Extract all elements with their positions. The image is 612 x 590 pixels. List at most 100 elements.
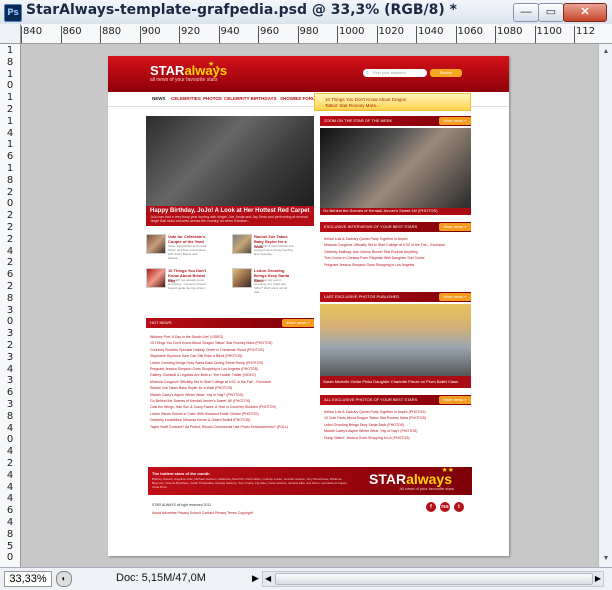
ruler-tick-label: 8 [6,56,14,68]
featured-text: JoJo has had a very busy year touring wi… [150,215,308,223]
ruler-tick-label: 2 [6,186,14,198]
all-photos-label: ALL EXCLUSIVE PHOTOS OF YOUR BEST STARS [324,397,418,402]
exclusive-list: Kellan Lutz & Zachary Quinto Party Toget… [324,236,445,268]
document-size[interactable]: Doc: 5,15M/47,0M [116,572,206,584]
featured-image [146,116,314,206]
website-mockup: STARalways ★ ★ all news of your favourit… [108,56,509,556]
ruler-tick-label: 4 [6,422,14,434]
ruler-tick-label: 4 [6,245,14,257]
ruler-tick-label: 0 [6,552,14,564]
ruler-tick-label: 6 [6,269,14,281]
vertical-ruler[interactable]: 1810121416182022242628303234363840424446… [0,44,21,567]
scroll-right-icon[interactable]: ▶ [595,572,601,586]
footer-band: The hottest stars of the month Brittney … [148,467,472,495]
close-button[interactable]: ✕ [563,3,607,22]
list-item: Miranda Cosgrove Officially Set to Start… [324,243,446,248]
scroll-down-icon[interactable]: ▼ [600,553,612,565]
list-item: Pregnant Jessica Simpson Goes Shopping i… [324,262,415,267]
featured-title: Happy Birthday, JoJo! A Look at Her Hott… [150,208,310,214]
more-news-button: More news » [439,223,471,231]
status-menu-arrow-icon[interactable]: ▶ [252,573,259,584]
document-canvas[interactable]: STARalways ★ ★ all news of your favourit… [21,44,598,567]
scroll-left-icon[interactable]: ◀ [265,572,271,586]
ruler-tick-label: 4 [6,446,14,458]
vertical-scrollbar[interactable]: ▲ ▼ [598,44,612,567]
horizontal-ruler[interactable]: 840 860 880 900 920 940 960 980 1000 1020 1040 1060… [21,24,612,44]
footer-heading: The hottest stars of the month [152,471,210,476]
twitter-icon: t [454,502,464,512]
ruler-tick-label: 3 [6,351,14,363]
photos-caption: Sarah Michelle Gellar Pinks Daughter Cha… [320,376,471,388]
ruler-tick-label: 1 [6,45,14,56]
thumb-image [146,234,166,254]
thumb-image [146,268,166,288]
list-item: 10 Cute Facts About Dragon Tattoo Star R… [324,416,427,421]
navigator-icon[interactable]: ◐ [56,571,72,587]
promo-line-2: Tattoo' Star Rooney Mara... [325,103,380,108]
list-item: Mariah Carey's Aspen Winter Wear: Yay or… [324,429,418,434]
ruler-tick-label: 3 [6,304,14,316]
hot-news-bar: HOT NEWS More news » [146,318,314,328]
ruler-tick-label: 1060 [455,26,483,43]
ruler-tick-label: 5 [6,540,14,552]
ruler-tick-label: 880 [99,26,122,43]
scroll-thumb[interactable] [275,573,593,585]
scroll-up-icon[interactable]: ▲ [600,46,612,58]
ruler-tick-label: 6 [6,505,14,517]
footer-text: Brittney Spears, Angelina Jolie, Michael… [152,477,348,489]
hot-news-list: Whitney Port: A Day in the Studio Life! … [150,334,288,430]
facebook-icon: f [426,502,436,512]
nav-birthdays: CELEBRITY BIRTHDAYS [224,96,277,101]
maximize-button[interactable]: ▭ [538,3,564,22]
mockup-search-input: Find your keyword [363,69,427,77]
hot-news-label: HOT NEWS [150,320,172,325]
more-news-button: More news » [282,319,314,327]
ruler-tick-label: 4 [6,469,14,481]
photos-label: LAST EXCLUSIVE PHOTOS PUBLISHED [324,294,400,299]
photos-bar: LAST EXCLUSIVE PHOTOS PUBLISHED More new… [320,292,471,302]
ruler-tick-label: 3 [6,399,14,410]
promo-banner: 10 Things You Don't Know About Dragon Ta… [314,93,471,111]
ruler-tick-label: 900 [139,26,161,43]
ruler-tick-label: 940 [218,26,240,43]
footer-logo: STARalways [368,471,452,487]
ruler-tick-label: 4 [6,363,14,375]
nav-photos: PHOTOS [203,96,222,101]
site-tagline: all news of your favourite stars [150,77,218,83]
zoom-field[interactable]: 33,33% [4,571,52,587]
ruler-tick-label: 0 [6,198,14,210]
ruler-tick-label: 1080 [494,26,523,43]
ruler-tick-label: 1 [6,68,14,80]
ruler-tick-label: 112 [573,26,596,43]
ruler-tick-label: 4 [6,493,14,505]
ruler-tick-label: 2 [6,104,14,115]
ruler-tick-label: 2 [6,340,14,351]
ruler-tick-label: 8 [6,410,14,422]
ruler-tick-label: 4 [6,517,14,528]
ruler-tick-label: 8 [6,292,14,304]
ruler-origin[interactable] [0,24,21,44]
more-news-button: More news » [439,396,471,404]
all-photos-bar: ALL EXCLUSIVE PHOTOS OF YOUR BEST STARS … [320,395,471,405]
thumb-desc: Although, we already know surprising... … [168,278,208,290]
exclusive-label: EXCLUSIVE INTERVIEWS OF YOUR BEST STARS [324,224,418,229]
mockup-search-button: Search [430,69,462,77]
ruler-tick-label: 1100 [534,26,562,43]
search-icon: ⌕ [366,70,369,76]
ruler-tick-label: 840 [21,26,43,43]
photoshop-icon[interactable]: Ps [4,4,22,22]
thumb-desc: When we say LeAnn Grooting, you might as… [254,278,288,294]
nav-celebrities: CELEBRITIES [171,96,201,101]
horizontal-scrollbar[interactable]: ◀ ▶ [262,571,604,587]
rss-icon: rss [440,502,450,512]
ruler-tick-label: 8 [6,174,14,186]
ruler-tick-label: 1020 [376,26,404,43]
ruler-tick-label: 2 [6,222,14,233]
ruler-tick-label: 3 [6,328,14,340]
ruler-tick-label: 1000 [336,26,365,43]
zoom-star-label: ZOOM ON THE STAR OF THE WEEK [324,118,393,123]
ruler-tick-label: 0 [6,80,14,92]
ruler-tick-label: 4 [6,481,14,493]
ruler-tick-label: 6 [6,387,14,399]
minimize-button[interactable]: — [513,3,539,22]
